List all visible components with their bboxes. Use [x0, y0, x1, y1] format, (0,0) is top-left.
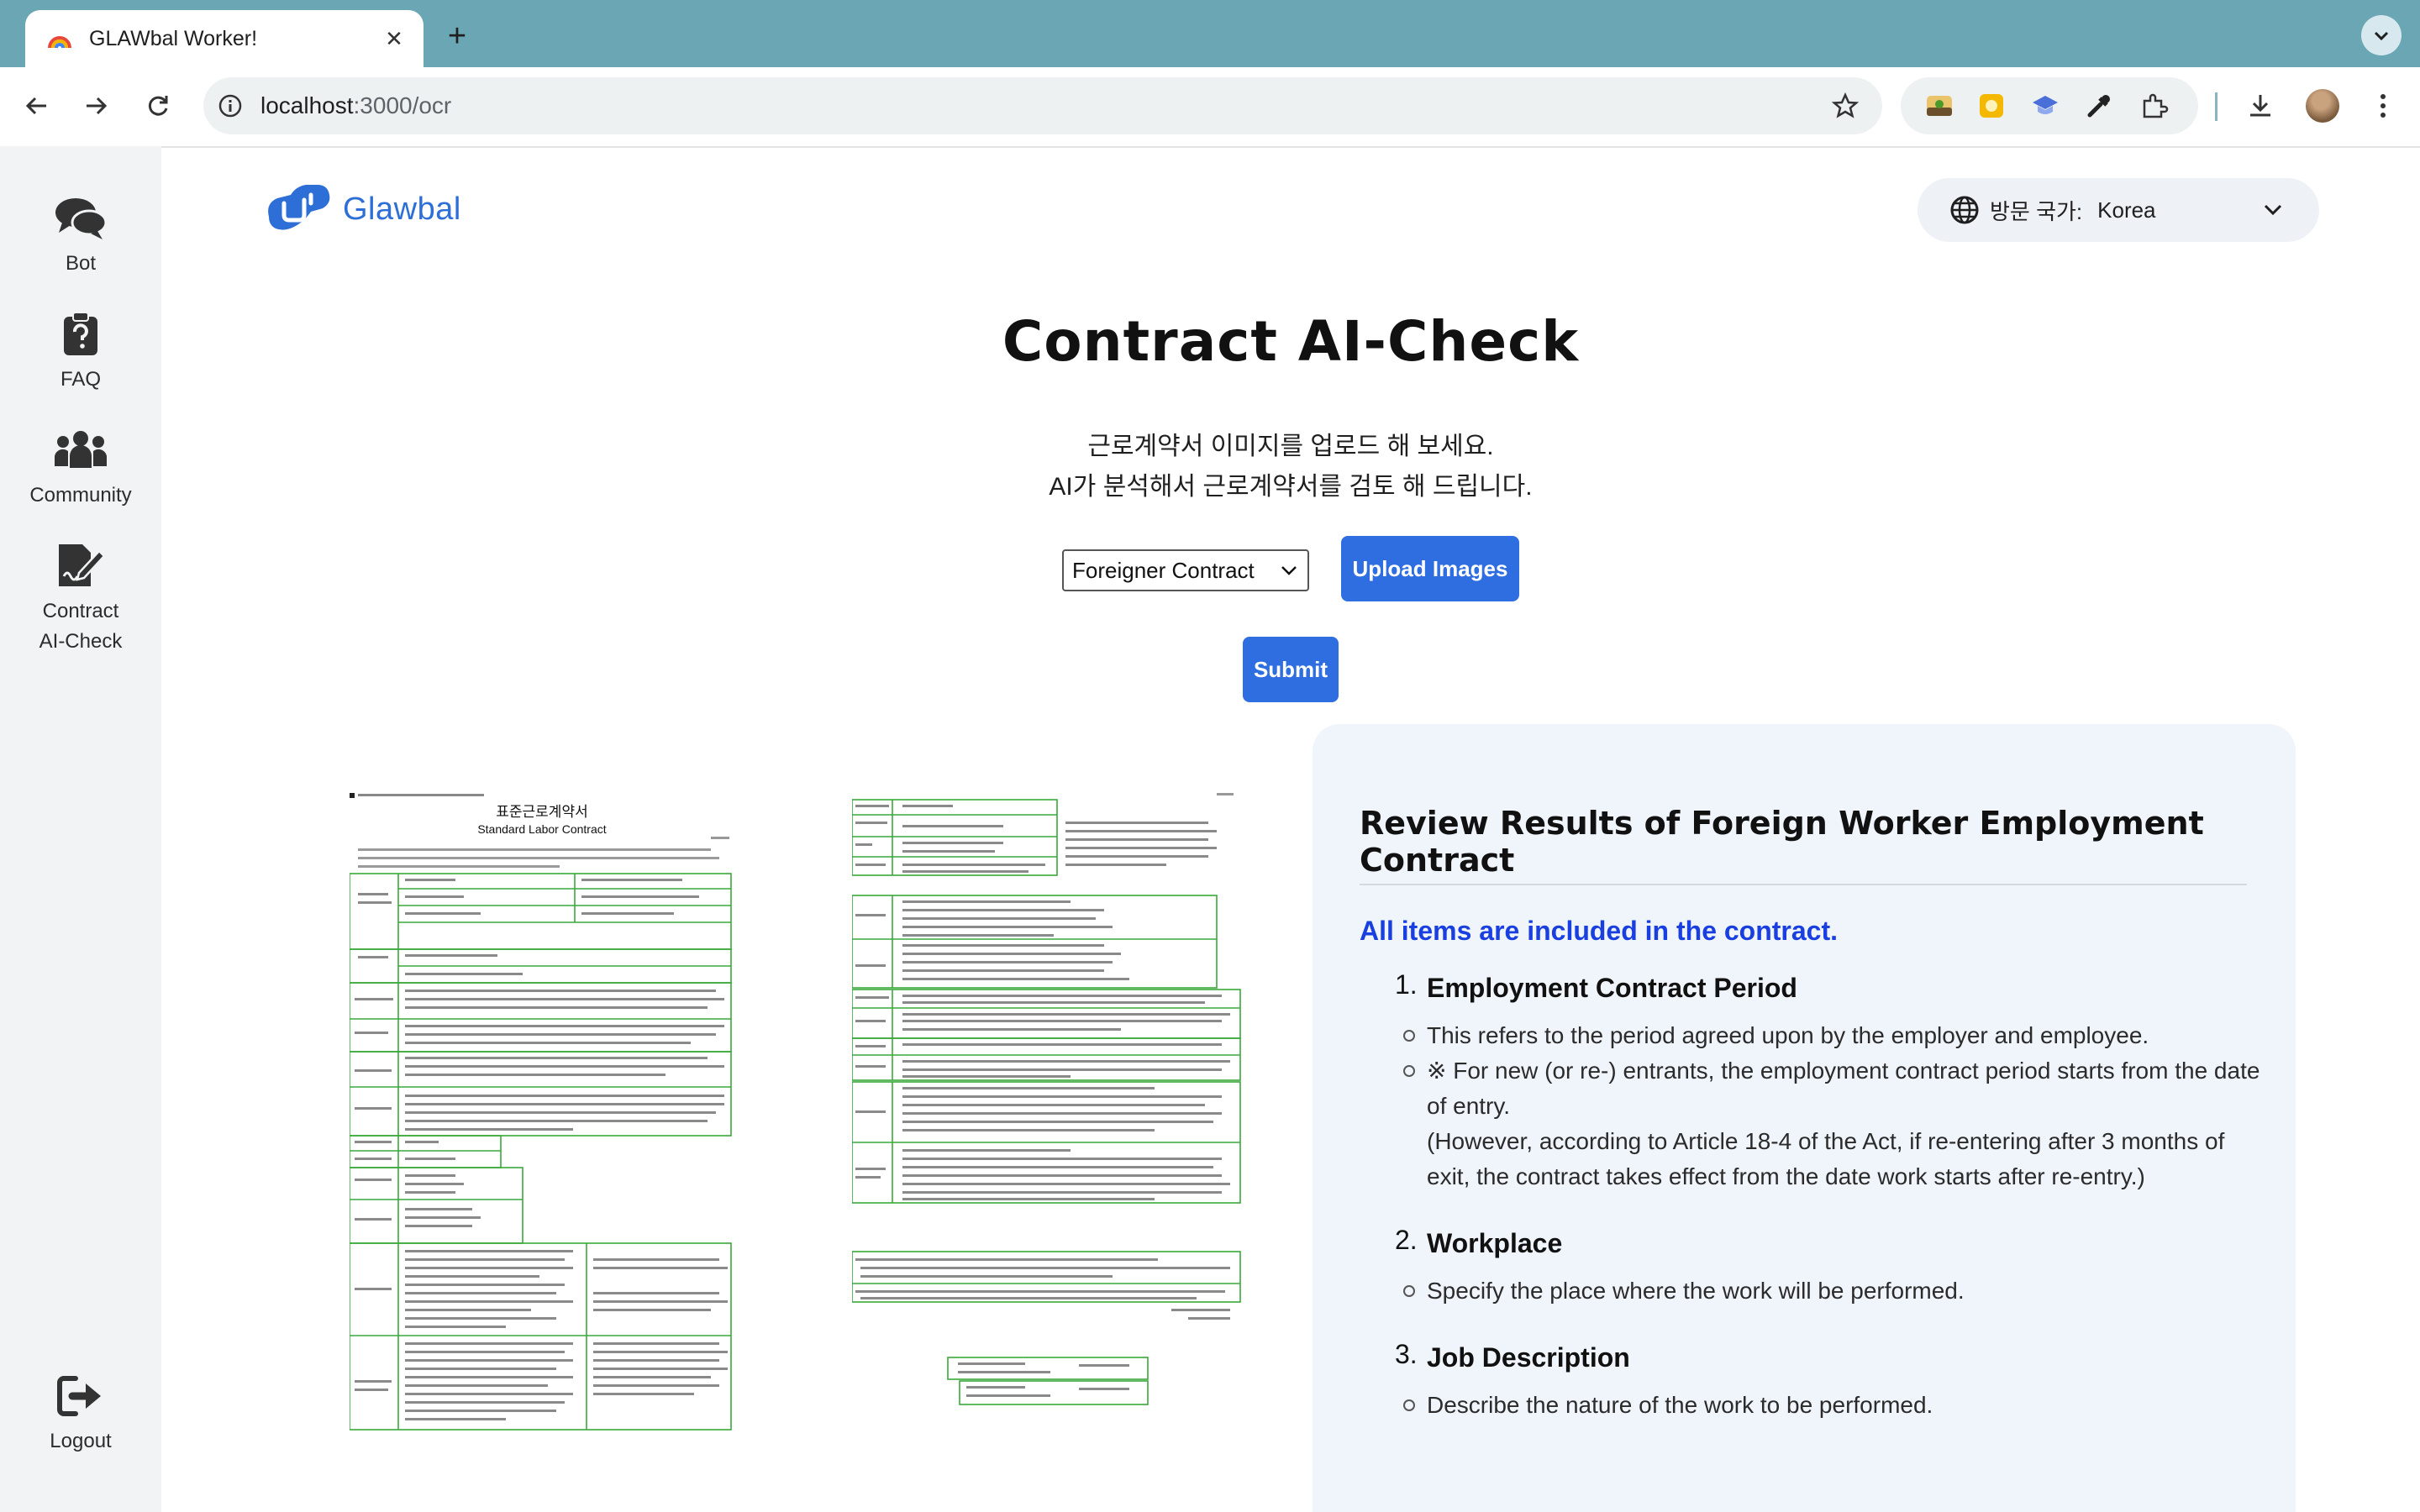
result-item-number: 3.: [1395, 1339, 1418, 1369]
contract-image-page-1: 표준근로계약서 Standard Labor Contract: [349, 788, 734, 1433]
result-item-number: 1.: [1395, 969, 1418, 1000]
site-info-icon[interactable]: [215, 91, 245, 121]
country-label: 방문 국가:: [1990, 198, 2083, 224]
result-bullet-text: Specify the place where the work will be…: [1427, 1278, 1965, 1304]
chevron-down-icon: [1279, 560, 1299, 580]
url-path: :3000/ocr: [353, 92, 452, 118]
sidebar-item-label: Contract: [42, 600, 119, 622]
browser-menu-icon[interactable]: [2363, 86, 2403, 126]
country-value: Korea: [2097, 197, 2156, 223]
result-bullet-text: This refers to the period agreed upon by…: [1427, 1022, 2149, 1048]
extension-plant-icon[interactable]: [1923, 89, 1956, 123]
new-tab-button[interactable]: +: [440, 20, 474, 54]
people-group-icon: [51, 423, 110, 477]
doc1-heading-ko: 표준근로계약서: [496, 804, 587, 821]
contract-type-select[interactable]: Foreigner Contract: [1062, 549, 1309, 591]
logout-label: Logout: [50, 1430, 112, 1452]
browser-tabstrip: GLAWbal Worker! ✕ +: [0, 0, 2420, 67]
upload-images-button[interactable]: Upload Images: [1341, 536, 1519, 601]
toolbar-separator: [2215, 92, 2217, 121]
tab-search-button[interactable]: [2361, 15, 2402, 55]
contract-type-value: Foreigner Contract: [1072, 557, 1255, 583]
logout-button[interactable]: Logout: [0, 1369, 161, 1457]
sidebar-item-faq[interactable]: FAQ: [0, 307, 161, 395]
result-item: 2. Workplace Specify the place where the…: [1360, 1225, 2267, 1309]
submit-button[interactable]: Submit: [1243, 637, 1339, 702]
browser-toolbar: localhost:3000/ocr: [0, 67, 2420, 148]
reload-icon: [148, 96, 168, 116]
url-text: localhost:3000/ocr: [260, 92, 1828, 119]
forward-button[interactable]: [76, 86, 116, 126]
address-bar[interactable]: localhost:3000/ocr: [203, 77, 1882, 134]
sidebar-item-label: FAQ: [60, 368, 101, 391]
result-item-bullets: Specify the place where the work will be…: [1403, 1273, 2267, 1309]
result-item-heading: Employment Contract Period: [1427, 973, 1797, 1003]
browser-tab[interactable]: GLAWbal Worker! ✕: [25, 10, 424, 67]
globe-icon: [1950, 196, 1979, 224]
page-title: Contract AI-Check: [1002, 309, 1580, 374]
result-item-number: 2.: [1395, 1225, 1418, 1255]
bookmark-star-icon[interactable]: [1828, 89, 1862, 123]
result-bullet-text: Describe the nature of the work to be pe…: [1427, 1392, 1933, 1418]
contract-pen-icon: [51, 539, 110, 593]
logo-text: Glawbal: [343, 191, 461, 227]
result-bullet: This refers to the period agreed upon by…: [1403, 1018, 2267, 1053]
subtitle-line-2: AI가 분석해서 근로계약서를 검토 해 드립니다.: [1049, 473, 1533, 501]
doc1-heading-en: Standard Labor Contract: [477, 822, 606, 836]
close-tab-icon[interactable]: ✕: [381, 26, 407, 51]
reload-button[interactable]: [138, 86, 178, 126]
result-bullet-note: (However, according to Article 18-4 of t…: [1427, 1128, 2225, 1189]
result-bullet-text: ※ For new (or re-) entrants, the employm…: [1427, 1058, 2260, 1119]
chevron-down-icon: [2260, 197, 2286, 223]
sidebar-item-label-line2: AI-Check: [39, 630, 123, 653]
extension-eyedropper-icon[interactable]: [2082, 89, 2116, 123]
contract-image-page-2: [851, 788, 1244, 1411]
contract-scan-page-1: 표준근로계약서 Standard Labor Contract: [349, 793, 732, 1431]
results-divider: [1360, 884, 2247, 885]
result-item-heading: Job Description: [1427, 1342, 1630, 1373]
sidebar-item-community[interactable]: Community: [0, 423, 161, 511]
country-selector[interactable]: 방문 국가: Korea: [1918, 178, 2319, 242]
handshake-logo-icon: [268, 185, 330, 230]
sidebar-item-label: Community: [29, 484, 132, 507]
chat-bubbles-icon: [51, 192, 110, 245]
question-clipboard-icon: [51, 307, 110, 361]
review-results-panel: Review Results of Foreign Worker Employm…: [1313, 724, 2296, 1512]
results-list: 1. Employment Contract Period This refer…: [1360, 969, 2267, 1441]
profile-avatar[interactable]: [2302, 86, 2343, 126]
result-bullet: ※ For new (or re-) entrants, the employm…: [1403, 1053, 2267, 1194]
back-button[interactable]: [17, 86, 57, 126]
extensions-group: [1901, 77, 2198, 134]
chevron-down-icon: [2374, 31, 2389, 41]
tab-title: GLAWbal Worker!: [89, 26, 258, 50]
results-title: Review Results of Foreign Worker Employm…: [1360, 805, 2204, 879]
sidebar-item-label: Bot: [65, 252, 97, 275]
contract-scan-page-2: [851, 793, 1241, 1405]
subtitle-line-1: 근로계약서 이미지를 업로드 해 보세요.: [1087, 433, 1494, 460]
arrow-left-icon: [25, 97, 46, 115]
url-host: localhost: [260, 92, 354, 118]
result-bullet: Describe the nature of the work to be pe…: [1403, 1388, 2267, 1423]
page-subtitle: 근로계약서 이미지를 업로드 해 보세요. AI가 분석해서 근로계약서를 검토…: [786, 427, 1795, 507]
sidebar-item-bot[interactable]: Bot: [0, 192, 161, 279]
rainbow-favicon-icon: [48, 36, 71, 49]
logout-icon: [51, 1369, 110, 1423]
results-status: All items are included in the contract.: [1360, 916, 1839, 946]
extension-note-icon[interactable]: [1975, 89, 2008, 123]
result-bullet: Specify the place where the work will be…: [1403, 1273, 2267, 1309]
download-icon[interactable]: [2240, 86, 2281, 126]
extension-graduation-icon[interactable]: [2028, 89, 2062, 123]
result-item-bullets: Describe the nature of the work to be pe…: [1403, 1388, 2267, 1423]
glawbal-logo[interactable]: Glawbal: [262, 178, 461, 240]
result-item-heading: Workplace: [1427, 1228, 1563, 1258]
arrow-right-icon: [87, 97, 108, 115]
extensions-puzzle-icon[interactable]: [2138, 89, 2171, 123]
result-item: 1. Employment Contract Period This refer…: [1360, 969, 2267, 1194]
result-item-bullets: This refers to the period agreed upon by…: [1403, 1018, 2267, 1194]
app-sidebar: Bot FAQ Community Contract AI-Check Logo…: [0, 146, 161, 1512]
result-item: 3. Job Description Describe the nature o…: [1360, 1339, 2267, 1423]
sidebar-item-contract-ai-check[interactable]: Contract AI-Check: [0, 539, 161, 657]
